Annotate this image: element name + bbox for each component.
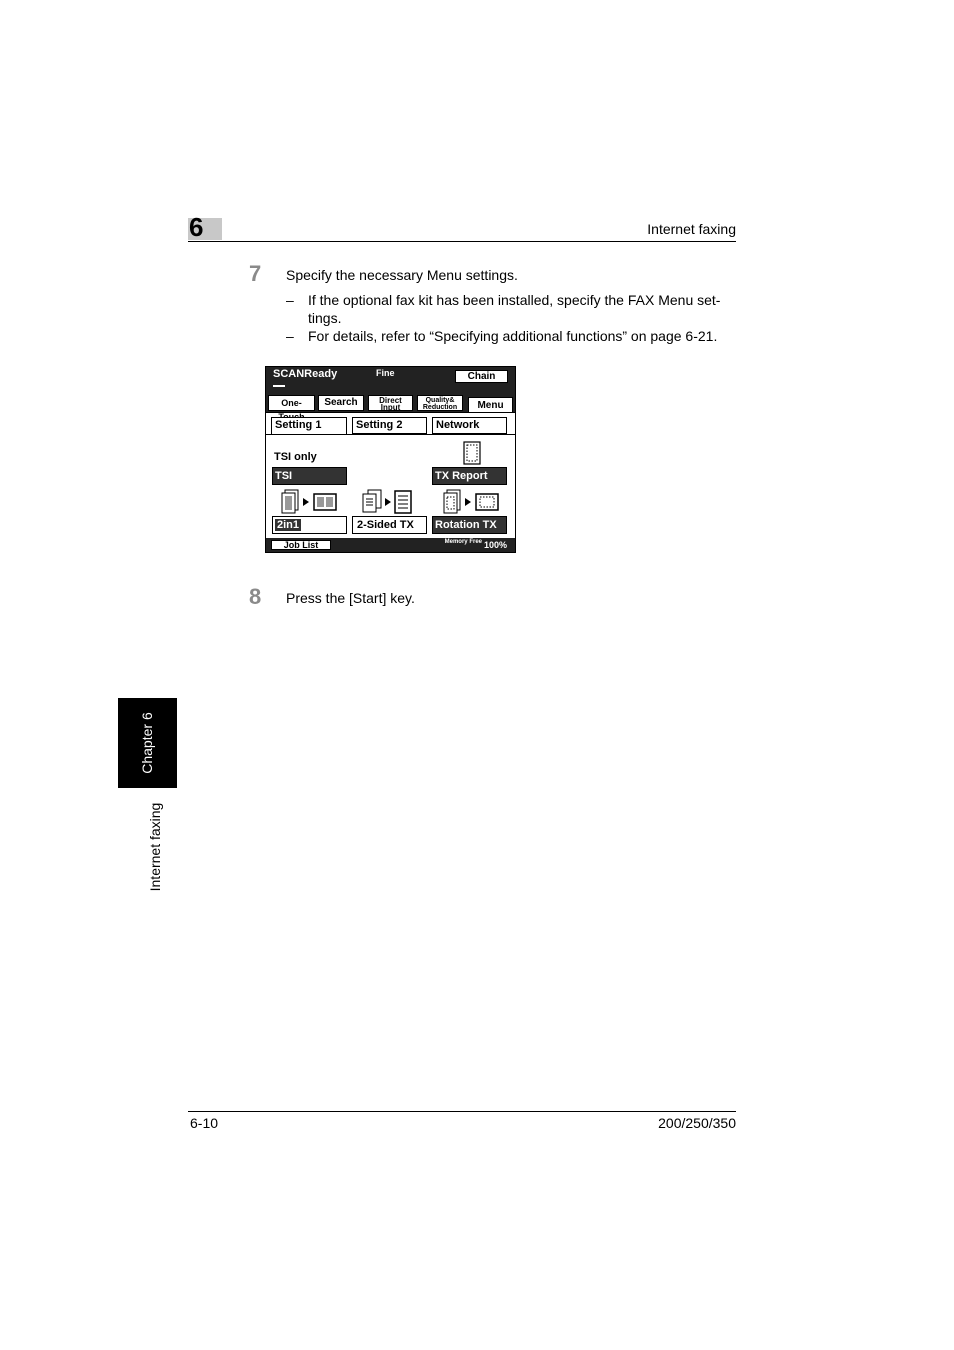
status-text: SCANReady [273,368,338,380]
tab-search[interactable]: Search [318,395,364,411]
tab-quality-reduction[interactable]: Quality& Reduction [417,395,463,411]
two-in-one-button[interactable]: 2in1 [272,516,347,534]
tsi-only-label: TSI only [274,451,317,463]
resolution-text: Fine [376,368,395,378]
step-text: Specify the necessary Menu settings. [286,267,518,283]
model-numbers: 200/250/350 [658,1115,736,1131]
tab-menu[interactable]: Menu [468,397,513,413]
tab-setting-1[interactable]: Setting 1 [271,417,347,435]
bullet-mark: – [286,328,294,344]
memory-label: Memory Free [444,539,482,545]
tab-setting-2[interactable]: Setting 2 [352,417,427,434]
side-chapter-label: Chapter 6 [138,712,155,774]
tab-network[interactable]: Network [432,417,507,434]
chain-button[interactable]: Chain [455,370,508,383]
bullet-text: tings. [308,310,342,326]
memory-value: 100% [484,540,508,550]
status-underline [273,385,285,387]
bullet-mark: – [286,292,294,308]
two-in-one-icon [281,489,337,514]
header-rule [188,241,736,242]
step-text: Press the [Start] key. [286,590,415,606]
two-in-one-label: 2in1 [275,519,302,531]
tab-one-touch[interactable]: One-Touch [268,395,315,422]
report-icon [463,441,481,465]
tsi-button[interactable]: TSI [272,467,347,485]
rotation-icon [443,489,499,514]
rotation-button[interactable]: Rotation TX [432,516,507,534]
job-list-button[interactable]: Job List [271,540,331,550]
two-sided-button[interactable]: 2-Sided TX [352,516,427,534]
bullet-text: If the optional fax kit has been install… [308,292,721,308]
step-number: 8 [249,584,262,609]
tab-direct-input[interactable]: Direct Input [368,395,413,412]
two-sided-icon [362,489,412,514]
step-number: 7 [249,261,262,286]
tab-divider [266,412,515,413]
header-title: Internet faxing [647,221,736,237]
control-panel-screen: SCANReady Fine Chain One-Touch Search Di… [265,366,516,553]
chapter-number: 6 [189,212,204,242]
side-section-title: Internet faxing [147,802,163,892]
bullet-text: For details, refer to “Specifying additi… [308,328,718,344]
footer-rule [188,1111,736,1112]
panel-top-line [266,434,515,435]
page-number: 6-10 [190,1115,219,1131]
tx-report-button[interactable]: TX Report [432,467,507,485]
